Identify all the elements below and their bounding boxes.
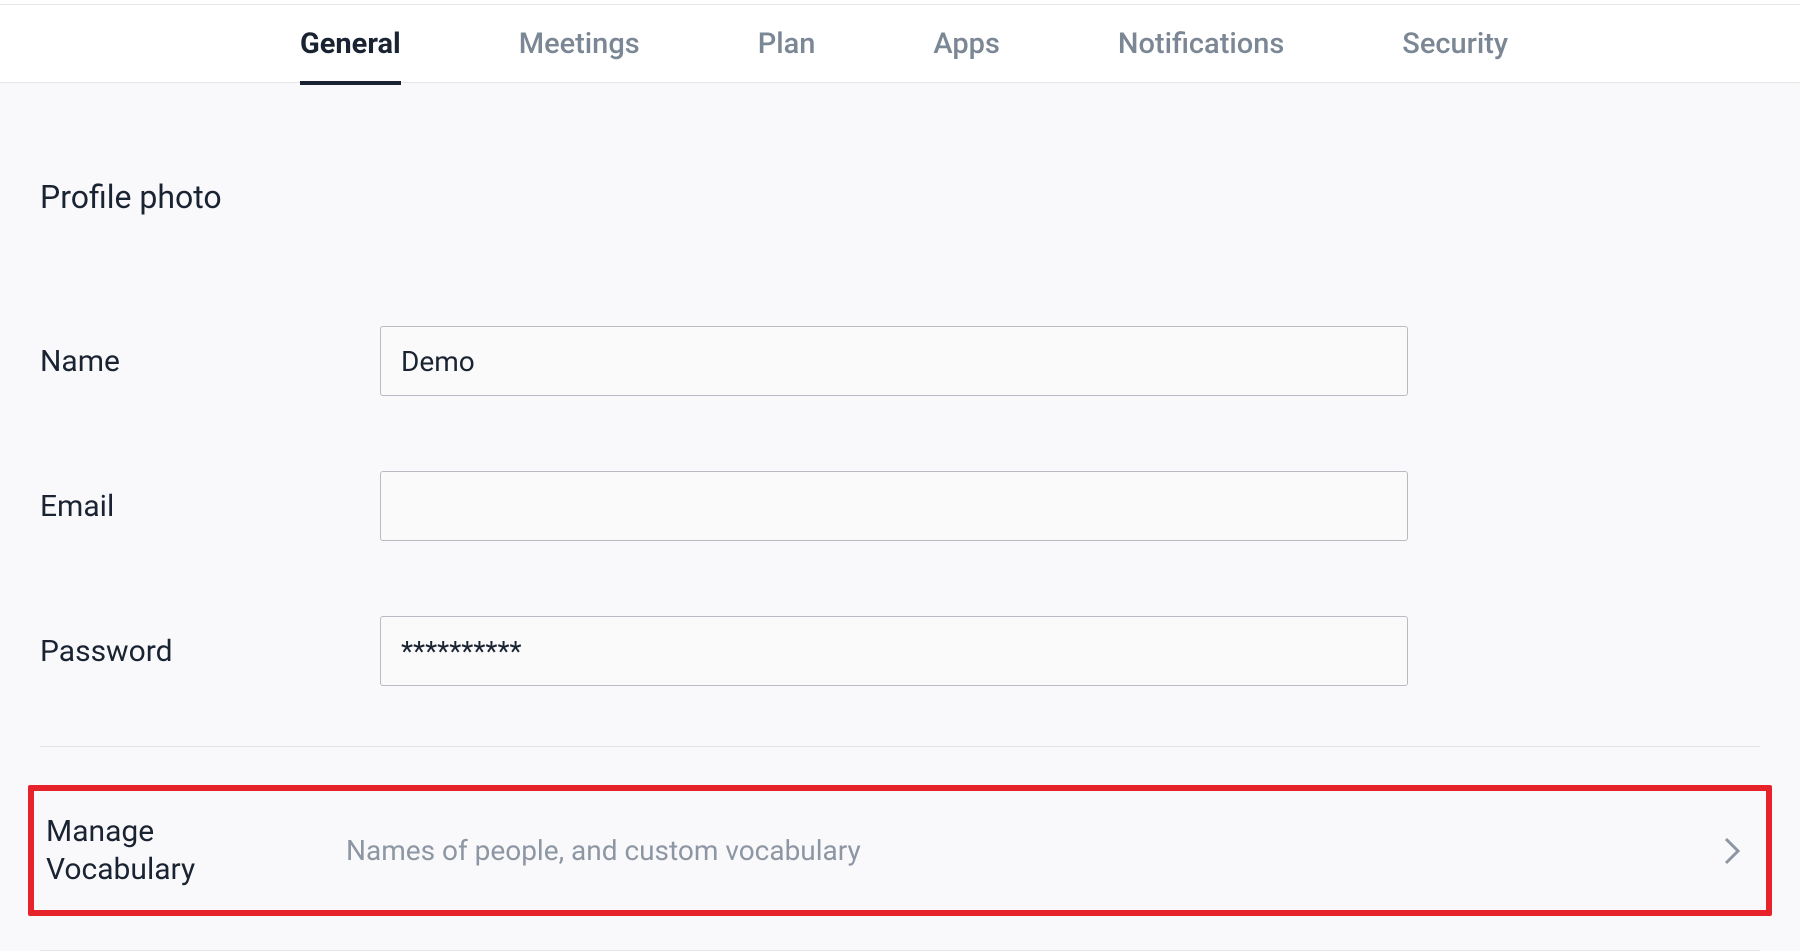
divider (40, 746, 1760, 747)
manage-vocabulary-description: Names of people, and custom vocabulary (334, 834, 1712, 867)
profile-photo-heading: Profile photo (40, 178, 1760, 216)
name-input[interactable] (380, 326, 1408, 396)
password-label: Password (40, 634, 380, 669)
name-label: Name (40, 344, 380, 379)
tab-meetings[interactable]: Meetings (519, 5, 640, 83)
name-row: Name (40, 326, 1760, 396)
manage-vocabulary-title-line1: Manage (46, 814, 154, 849)
tab-general[interactable]: General (300, 5, 401, 83)
settings-tabs: General Meetings Plan Apps Notifications… (0, 5, 1800, 83)
email-label: Email (40, 489, 380, 524)
chevron-right-icon (1712, 831, 1752, 871)
tab-apps[interactable]: Apps (933, 5, 1000, 83)
tab-notifications[interactable]: Notifications (1118, 5, 1284, 83)
tab-security[interactable]: Security (1402, 5, 1508, 83)
email-input[interactable] (380, 471, 1408, 541)
manage-vocabulary-title: Manage Vocabulary (34, 813, 334, 888)
manage-vocabulary-title-line2: Vocabulary (46, 852, 195, 887)
manage-vocabulary-row[interactable]: Manage Vocabulary Names of people, and c… (28, 785, 1772, 916)
password-row: Password (40, 616, 1760, 686)
email-row: Email (40, 471, 1760, 541)
content-area: Profile photo Name Email Password Manage… (0, 83, 1800, 951)
password-input[interactable] (380, 616, 1408, 686)
tab-plan[interactable]: Plan (758, 5, 816, 83)
